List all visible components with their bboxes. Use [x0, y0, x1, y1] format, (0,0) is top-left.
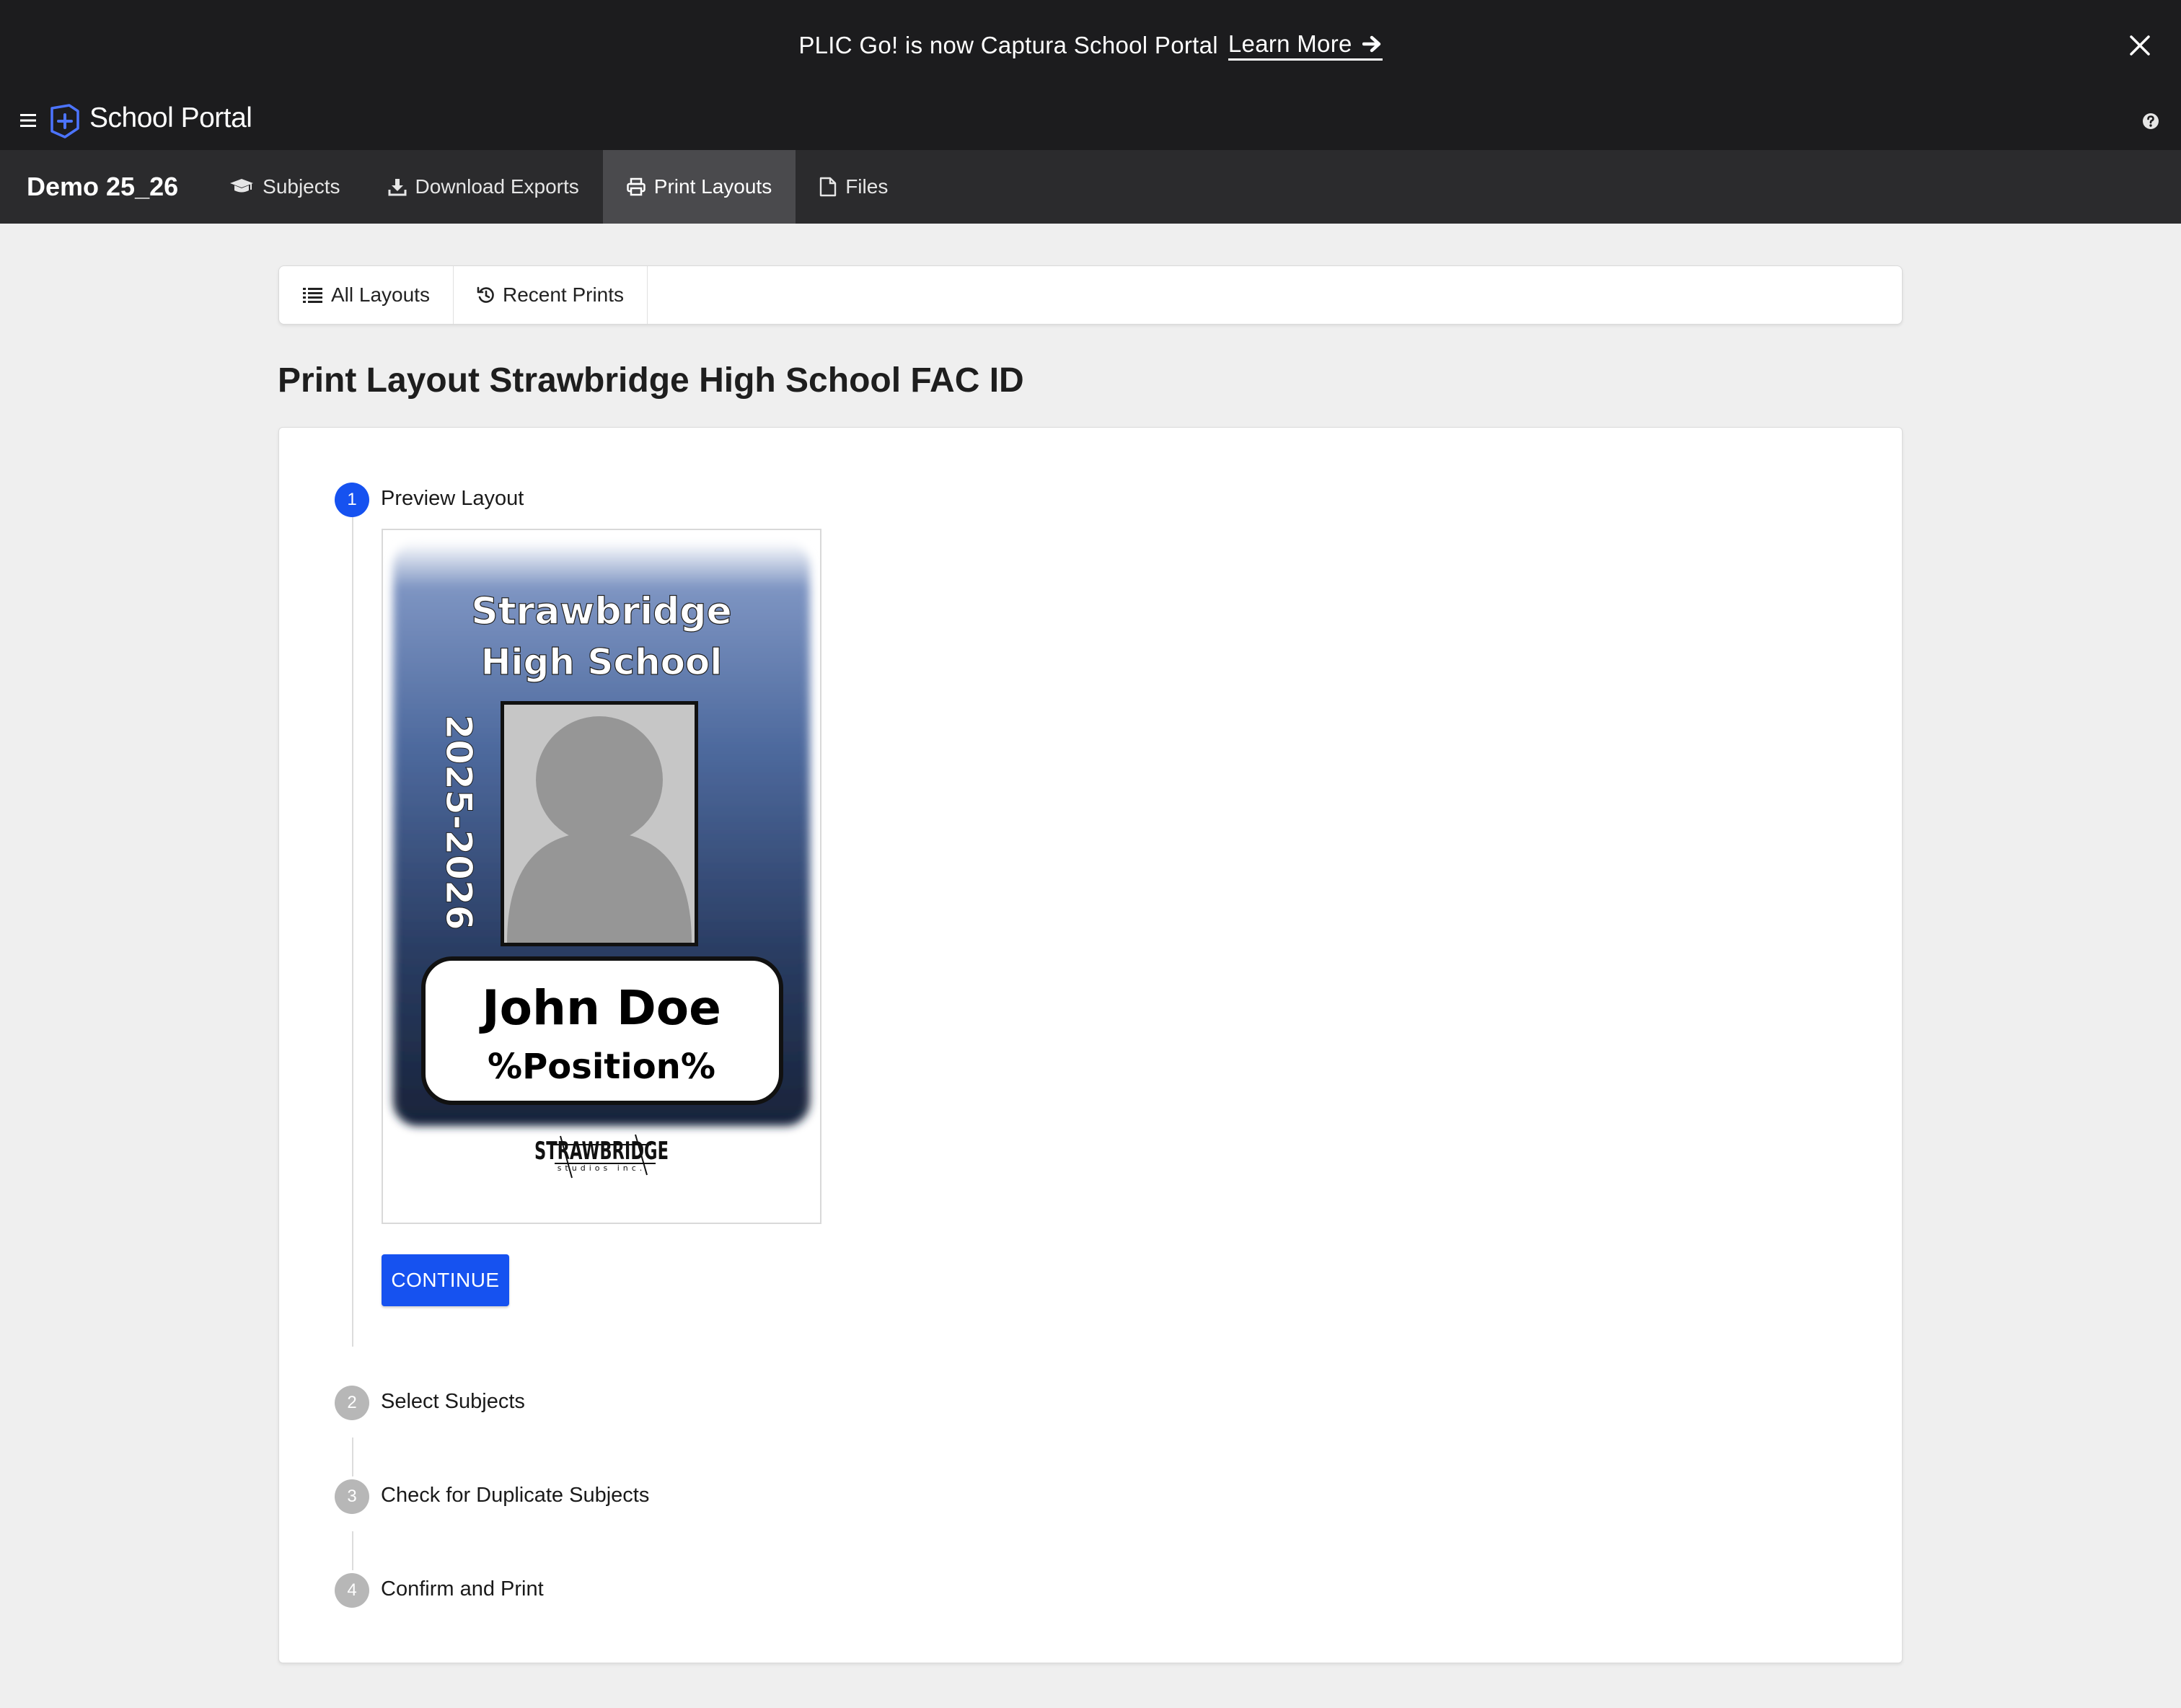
step-1-label: Preview Layout [381, 487, 524, 510]
step-3-label: Check for Duplicate Subjects [381, 1484, 650, 1507]
print-stepper-card: 1 Preview Layout Strawbridge High School… [278, 427, 1903, 1663]
tab-download-exports-label: Download Exports [415, 175, 579, 198]
help-button[interactable] [2141, 111, 2161, 131]
printer-icon [627, 177, 646, 196]
strawbridge-studios-logo: STRAWBRIDGE studios inc. [534, 1134, 669, 1179]
arrow-right-icon [1362, 35, 1383, 53]
step-connector [352, 1438, 353, 1476]
learn-more-label: Learn More [1228, 30, 1352, 57]
studio-logo-text: STRAWBRIDGE [534, 1137, 669, 1166]
project-nav: Demo 25_26 Subjects Download Exports Pri… [0, 150, 2181, 224]
layout-preview: Strawbridge High School 2025-2026 John D… [382, 529, 821, 1224]
download-icon [388, 177, 407, 196]
list-icon [302, 286, 324, 304]
card-name: John Doe [479, 980, 721, 1036]
app-header: School Portal [0, 91, 2181, 150]
question-circle-icon [2143, 113, 2159, 129]
close-icon [2130, 35, 2150, 56]
card-school-line1: Strawbridge [471, 590, 732, 633]
step-2-indicator: 2 [335, 1386, 369, 1420]
graduation-cap-icon [229, 177, 254, 196]
step-4-indicator: 4 [335, 1573, 369, 1608]
continue-button[interactable]: CONTINUE [382, 1254, 509, 1306]
id-card-preview: Strawbridge High School 2025-2026 John D… [393, 542, 810, 1179]
tab-download-exports[interactable]: Download Exports [364, 150, 603, 224]
layout-toolbar: All Layouts Recent Prints [278, 265, 1903, 325]
step-1-indicator: 1 [335, 483, 369, 517]
card-school-line2: High School [481, 641, 723, 683]
page-title: Print Layout Strawbridge High School FAC… [278, 361, 1024, 400]
tab-files-label: Files [845, 175, 889, 198]
step-3-indicator: 3 [335, 1479, 369, 1514]
tab-print-layouts[interactable]: Print Layouts [602, 150, 796, 224]
tab-subjects[interactable]: Subjects [206, 150, 364, 224]
all-layouts-button[interactable]: All Layouts [279, 266, 454, 324]
history-icon [477, 286, 495, 304]
banner-message: PLIC Go! is now Captura School Portal [798, 32, 1218, 58]
close-banner-button[interactable] [2126, 32, 2154, 59]
step-connector [352, 1531, 353, 1570]
hamburger-icon [20, 114, 36, 127]
card-position: %Position% [488, 1047, 715, 1087]
hamburger-menu-button[interactable] [19, 111, 39, 130]
project-name: Demo 25_26 [27, 172, 179, 201]
school-portal-logo-icon [49, 104, 81, 138]
step-2-label: Select Subjects [381, 1390, 525, 1413]
file-icon [819, 177, 837, 197]
step-connector [352, 517, 353, 1347]
photo-placeholder [501, 701, 698, 946]
card-year: 2025-2026 [438, 714, 480, 930]
tab-files[interactable]: Files [796, 150, 912, 224]
studio-logo-subtext: studios inc. [558, 1163, 646, 1173]
announcement-banner: PLIC Go! is now Captura School Portal Le… [0, 0, 2181, 91]
tab-subjects-label: Subjects [263, 175, 340, 198]
app-brand-name: School Portal [89, 102, 252, 133]
recent-prints-button[interactable]: Recent Prints [454, 266, 648, 324]
recent-prints-label: Recent Prints [502, 283, 625, 306]
learn-more-link[interactable]: Learn More [1228, 30, 1383, 61]
tab-print-layouts-label: Print Layouts [653, 175, 772, 198]
step-4-label: Confirm and Print [381, 1577, 544, 1601]
all-layouts-label: All Layouts [331, 283, 430, 306]
